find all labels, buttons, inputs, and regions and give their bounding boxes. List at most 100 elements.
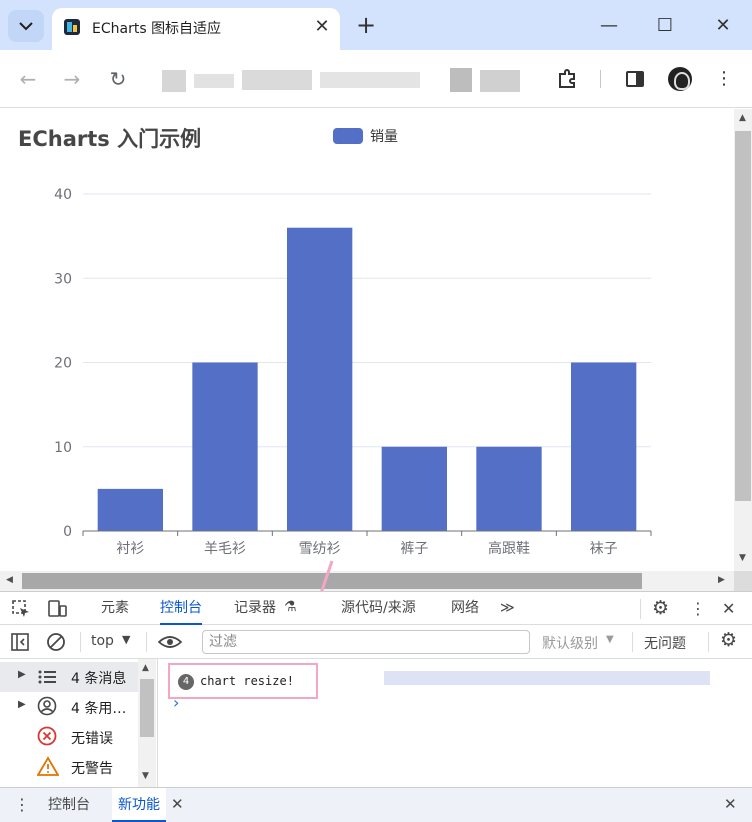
- console-sidebar: ▶ 4 条消息 ▶ 4 条用… 无错误 无警告 ▲ ▼: [0, 659, 158, 787]
- devtools-separator: [640, 599, 641, 619]
- side-panel-icon[interactable]: [626, 71, 644, 87]
- minimize-button[interactable]: —: [594, 12, 624, 40]
- sidebar-item-label: 无警告: [71, 761, 113, 777]
- y-tick-label: 30: [54, 271, 72, 287]
- tab-recorder[interactable]: 记录器: [234, 592, 276, 625]
- sidebar-item-label: 4 条用…: [71, 701, 127, 717]
- user-icon: [37, 696, 57, 716]
- warning-icon: [37, 756, 59, 776]
- maximize-button[interactable]: ☐: [650, 12, 680, 40]
- address-bar-redacted[interactable]: [150, 62, 540, 98]
- console-separator: [80, 632, 81, 652]
- inspect-element-icon[interactable]: [12, 600, 30, 618]
- devtools-menu-button[interactable]: ⋮: [690, 599, 706, 618]
- scroll-up-icon[interactable]: ▲: [739, 113, 746, 123]
- scroll-down-icon[interactable]: ▼: [142, 771, 149, 781]
- tab-sources[interactable]: 源代码/来源: [341, 592, 416, 625]
- browser-menu-button[interactable]: ⋮: [714, 67, 734, 91]
- sidebar-scrollbar[interactable]: ▲ ▼: [138, 659, 156, 787]
- page-horizontal-scrollbar[interactable]: ◀ ▶: [0, 571, 734, 591]
- sidebar-item-user-messages[interactable]: ▶ 4 条用…: [0, 692, 140, 722]
- scroll-down-icon[interactable]: ▼: [739, 553, 746, 563]
- sidebar-item-errors[interactable]: 无错误: [0, 722, 140, 752]
- sidebar-item-label: 无错误: [71, 731, 113, 747]
- browser-tab-active[interactable]: ECharts 图标自适应 ✕: [52, 8, 340, 50]
- y-tick-label: 0: [63, 524, 72, 540]
- issues-counter[interactable]: 无问题: [644, 633, 686, 653]
- more-tabs-button[interactable]: ≫: [500, 592, 515, 625]
- device-toolbar-icon[interactable]: [46, 600, 68, 618]
- x-tick-label: 袜子: [590, 541, 618, 557]
- console-output: 4 chart resize! ›: [159, 659, 752, 787]
- console-toolbar: top ▼ 默认级别 ▼ 无问题 ⚙: [0, 625, 752, 659]
- devtools-tabbar: 元素 控制台 记录器 ⚗ 源代码/来源 网络 ≫ ⚙ ⋮ ✕: [0, 591, 752, 625]
- expand-triangle-icon[interactable]: ▶: [18, 669, 26, 680]
- context-dropdown-icon[interactable]: ▼: [122, 633, 130, 646]
- tab-network[interactable]: 网络: [451, 592, 479, 625]
- bar: [381, 446, 447, 531]
- tab-title: ECharts 图标自适应: [92, 21, 222, 37]
- tab-elements[interactable]: 元素: [101, 592, 129, 625]
- clear-console-icon[interactable]: [46, 632, 66, 652]
- devtools-drawer: ⋮ 控制台 新功能 ✕ ✕: [0, 787, 752, 822]
- console-separator: [632, 632, 633, 652]
- console-separator: [708, 632, 709, 652]
- sidebar-item-warnings[interactable]: 无警告: [0, 752, 140, 782]
- console-filter-field[interactable]: [202, 630, 530, 654]
- drawer-tab-close-button[interactable]: ✕: [171, 795, 184, 813]
- console-prompt[interactable]: ›: [173, 693, 179, 712]
- live-expression-eye-icon[interactable]: [158, 634, 182, 650]
- log-levels-dropdown[interactable]: 默认级别: [542, 633, 598, 653]
- sidebar-scroll-thumb[interactable]: [140, 679, 154, 737]
- console-settings-gear-icon[interactable]: ⚙: [720, 629, 737, 651]
- bar-chart: 010203040衬衫 羊毛衫 雪纺衫 裤子 高跟鞋 袜子: [54, 187, 652, 557]
- scroll-up-icon[interactable]: ▲: [142, 663, 149, 673]
- bar: [571, 362, 637, 531]
- sidebar-item-messages[interactable]: ▶ 4 条消息: [0, 662, 140, 692]
- forward-button[interactable]: →: [60, 67, 84, 91]
- back-button[interactable]: ←: [16, 67, 40, 91]
- drawer-tab-console[interactable]: 控制台: [48, 788, 90, 822]
- x-tick-label: 高跟鞋: [488, 540, 530, 557]
- vertical-scroll-thumb[interactable]: [735, 131, 751, 501]
- devtools-close-button[interactable]: ✕: [722, 599, 735, 618]
- y-tick-label: 40: [54, 187, 72, 203]
- tab-close-button[interactable]: ✕: [312, 17, 332, 37]
- drawer-menu-button[interactable]: ⋮: [14, 795, 30, 814]
- extensions-puzzle-icon[interactable]: [556, 68, 578, 90]
- message-text: chart resize!: [200, 674, 294, 688]
- filter-input[interactable]: [203, 631, 529, 653]
- x-tick-label: 衬衫: [116, 541, 144, 557]
- message-repeat-count: 4: [178, 674, 194, 690]
- browser-toolbar: ← → ↻ ⋮: [0, 50, 752, 108]
- console-message-row[interactable]: 4 chart resize!: [168, 663, 318, 699]
- bar: [97, 488, 163, 531]
- window-close-button[interactable]: ✕: [708, 12, 738, 40]
- scroll-left-icon[interactable]: ◀: [6, 575, 13, 585]
- reload-button[interactable]: ↻: [106, 67, 130, 91]
- context-selector[interactable]: top: [91, 633, 114, 649]
- list-icon: [38, 670, 56, 684]
- levels-dropdown-icon[interactable]: ▼: [606, 634, 614, 645]
- page-vertical-scrollbar[interactable]: ▲ ▼: [734, 109, 752, 571]
- x-tick-label: 羊毛衫: [204, 541, 246, 557]
- new-tab-button[interactable]: +: [352, 12, 380, 40]
- toolbar-separator: [600, 70, 601, 88]
- tab-console[interactable]: 控制台: [160, 592, 202, 625]
- settings-gear-icon[interactable]: ⚙: [652, 597, 669, 619]
- drawer-tab-whats-new[interactable]: 新功能: [112, 788, 166, 822]
- profile-avatar[interactable]: [668, 67, 692, 91]
- bar: [476, 446, 542, 531]
- tab-search-button[interactable]: [8, 10, 44, 42]
- expand-triangle-icon[interactable]: ▶: [18, 699, 26, 710]
- drawer-close-button[interactable]: ✕: [724, 795, 737, 813]
- y-tick-label: 10: [54, 440, 72, 456]
- scroll-right-icon[interactable]: ▶: [718, 575, 725, 585]
- y-tick-label: 20: [54, 356, 72, 372]
- sidebar-item-label: 4 条消息: [71, 671, 127, 687]
- sidebar-toggle-icon[interactable]: [11, 633, 29, 651]
- console-separator: [146, 632, 147, 652]
- scrollbar-corner: [734, 571, 752, 591]
- bar: [287, 227, 353, 531]
- message-source-link-redacted[interactable]: [384, 671, 710, 685]
